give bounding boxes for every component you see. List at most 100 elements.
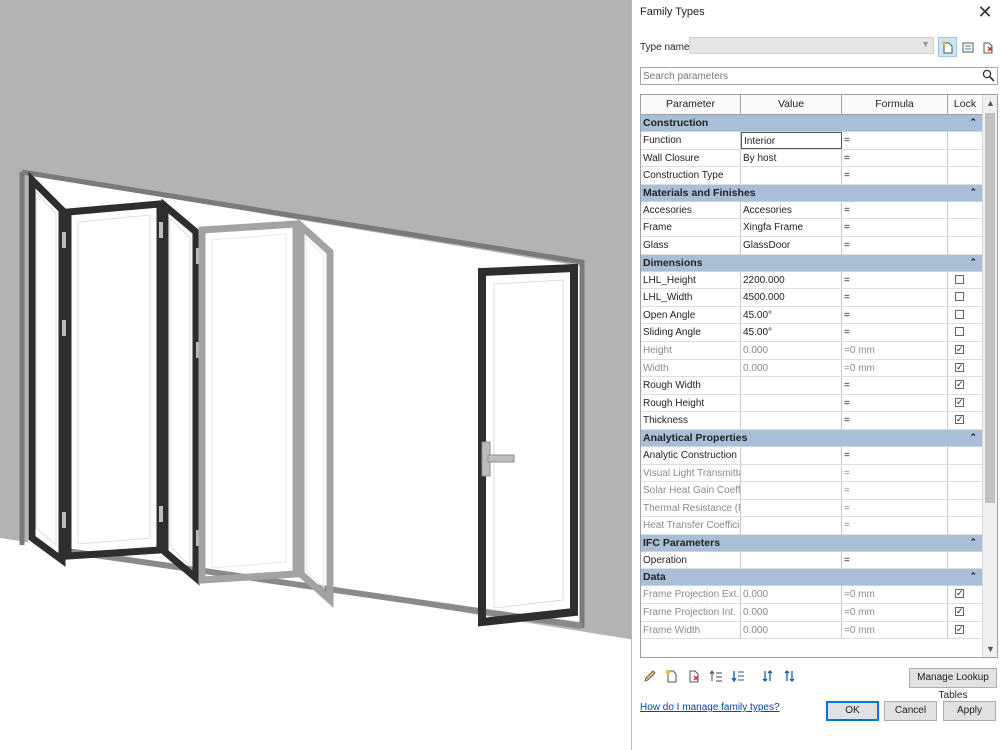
edit-parameter-button[interactable]: [642, 668, 660, 686]
ok-button[interactable]: OK: [826, 701, 879, 721]
parameter-value[interactable]: [741, 464, 842, 482]
lock-checkbox[interactable]: [955, 292, 964, 302]
parameter-value[interactable]: 0.000: [741, 604, 842, 621]
lock-checkbox[interactable]: [955, 589, 964, 599]
close-icon[interactable]: ✕: [975, 1, 995, 23]
sort-descending-button[interactable]: [782, 668, 800, 686]
parameter-formula[interactable]: =: [842, 517, 948, 534]
parameter-formula[interactable]: =: [842, 132, 948, 149]
parameter-value[interactable]: [741, 499, 842, 517]
column-header-formula[interactable]: Formula: [842, 95, 948, 114]
parameter-value[interactable]: 45.00°: [741, 306, 842, 324]
parameter-value[interactable]: [741, 517, 842, 534]
search-box[interactable]: [640, 67, 998, 85]
parameter-formula[interactable]: =: [842, 306, 948, 324]
parameter-formula[interactable]: =: [842, 236, 948, 254]
parameter-value[interactable]: Xingfa Frame: [741, 219, 842, 236]
parameter-value[interactable]: [741, 446, 842, 464]
column-header-parameter[interactable]: Parameter: [641, 95, 741, 114]
parameter-formula[interactable]: =: [842, 201, 948, 219]
delete-parameter-button[interactable]: [686, 668, 704, 686]
new-parameter-button[interactable]: [664, 668, 682, 686]
parameter-value[interactable]: 4500.000: [741, 289, 842, 306]
parameter-value[interactable]: [741, 482, 842, 499]
parameter-formula[interactable]: =: [842, 551, 948, 569]
parameter-formula[interactable]: =: [842, 271, 948, 289]
sort-ascending-button[interactable]: [760, 668, 778, 686]
lock-checkbox[interactable]: [955, 344, 964, 354]
parameter-value[interactable]: [741, 394, 842, 412]
manage-lookup-tables-button[interactable]: Manage Lookup Tables: [909, 668, 997, 701]
search-icon[interactable]: [982, 69, 995, 82]
parameter-value[interactable]: 45.00°: [741, 324, 842, 341]
collapse-icon[interactable]: ⌃: [969, 534, 977, 551]
search-input[interactable]: [643, 69, 973, 83]
parameter-formula[interactable]: =: [842, 482, 948, 499]
new-type-button[interactable]: [938, 37, 957, 57]
lock-checkbox[interactable]: [955, 607, 964, 617]
move-up-button[interactable]: [708, 668, 726, 686]
parameter-value[interactable]: [741, 412, 842, 429]
group-header[interactable]: Dimensions ⌃: [641, 254, 983, 272]
vertical-scrollbar[interactable]: ▲ ▼: [982, 95, 997, 657]
collapse-icon[interactable]: ⌃: [969, 184, 977, 201]
scroll-up-icon[interactable]: ▲: [983, 95, 997, 111]
lock-checkbox[interactable]: [955, 362, 964, 372]
collapse-icon[interactable]: ⌃: [969, 254, 977, 271]
column-header-lock[interactable]: Lock: [948, 95, 983, 114]
column-header-value[interactable]: Value: [741, 95, 842, 114]
parameter-formula[interactable]: =0 mm: [842, 341, 948, 359]
parameter-formula[interactable]: =0 mm: [842, 621, 948, 639]
parameter-value[interactable]: [741, 167, 842, 184]
parameter-value[interactable]: 0.000: [741, 586, 842, 604]
apply-button[interactable]: Apply: [943, 701, 996, 721]
group-header[interactable]: IFC Parameters ⌃: [641, 534, 983, 552]
lock-checkbox[interactable]: [955, 397, 964, 407]
parameter-value[interactable]: Accesories: [741, 201, 842, 219]
lock-checkbox[interactable]: [955, 624, 964, 634]
move-down-button[interactable]: [730, 668, 748, 686]
parameter-value[interactable]: Interior: [741, 132, 842, 149]
parameter-formula[interactable]: =: [842, 394, 948, 412]
group-header[interactable]: Materials and Finishes ⌃: [641, 184, 983, 202]
collapse-icon[interactable]: ⌃: [969, 429, 977, 446]
type-name-dropdown[interactable]: ▼: [689, 37, 934, 54]
parameter-formula[interactable]: =: [842, 219, 948, 236]
parameter-value[interactable]: 2200.000: [741, 271, 842, 289]
parameter-value[interactable]: 0.000: [741, 341, 842, 359]
group-header[interactable]: Construction ⌃: [641, 115, 983, 132]
parameter-formula[interactable]: =0 mm: [842, 359, 948, 377]
parameter-value[interactable]: By host: [741, 149, 842, 167]
cancel-button[interactable]: Cancel: [884, 701, 937, 721]
parameter-value[interactable]: GlassDoor: [741, 236, 842, 254]
parameter-value[interactable]: 0.000: [741, 359, 842, 377]
parameter-formula[interactable]: =: [842, 149, 948, 167]
parameter-formula[interactable]: =0 mm: [842, 586, 948, 604]
rename-type-button[interactable]: [958, 37, 977, 57]
group-header[interactable]: Analytical Properties ⌃: [641, 429, 983, 447]
lock-checkbox[interactable]: [955, 309, 964, 319]
parameter-value[interactable]: [741, 551, 842, 569]
parameter-formula[interactable]: =: [842, 377, 948, 394]
parameter-formula[interactable]: =: [842, 446, 948, 464]
parameter-formula[interactable]: =0 mm: [842, 604, 948, 621]
group-header[interactable]: Data ⌃: [641, 568, 983, 587]
lock-checkbox[interactable]: [955, 380, 964, 390]
delete-type-button[interactable]: [978, 37, 997, 57]
parameter-formula[interactable]: =: [842, 167, 948, 184]
lock-checkbox[interactable]: [955, 274, 964, 284]
collapse-icon[interactable]: ⌃: [969, 568, 977, 585]
scroll-down-icon[interactable]: ▼: [983, 641, 997, 657]
parameter-value[interactable]: 0.000: [741, 621, 842, 639]
lock-checkbox[interactable]: [955, 327, 964, 337]
parameter-formula[interactable]: =: [842, 499, 948, 517]
model-viewport[interactable]: [0, 0, 635, 750]
parameter-value[interactable]: [741, 377, 842, 394]
parameter-formula[interactable]: =: [842, 289, 948, 306]
parameter-formula[interactable]: =: [842, 464, 948, 482]
scroll-thumb[interactable]: [985, 113, 995, 503]
collapse-icon[interactable]: ⌃: [969, 114, 977, 131]
help-link[interactable]: How do I manage family types?: [640, 702, 780, 713]
parameter-formula[interactable]: =: [842, 412, 948, 429]
lock-checkbox[interactable]: [955, 415, 964, 425]
